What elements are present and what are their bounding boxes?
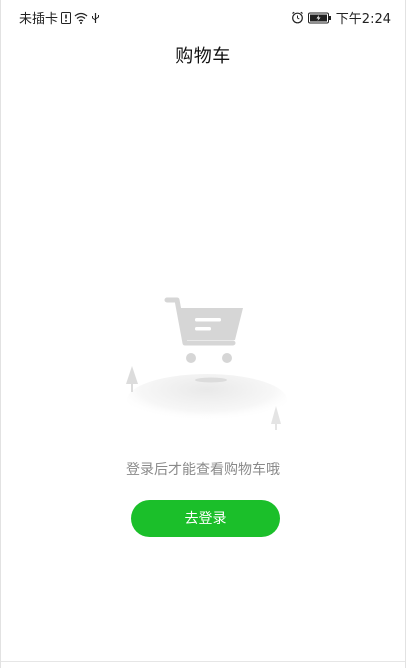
empty-cart-message: 登录后才能查看购物车哦 — [126, 462, 280, 478]
battery-icon — [307, 12, 332, 24]
status-bar-right: 下午2:24 — [291, 8, 391, 27]
cart-shadow — [195, 377, 227, 383]
bottom-divider — [1, 661, 405, 662]
phone-screen: 未插卡 下午2:24 购物车 登录后才能查看购物车哦 去登录 — [0, 0, 406, 668]
clock-time: 下午2:24 — [335, 12, 391, 27]
cart-icon — [164, 297, 243, 363]
status-bar: 未插卡 下午2:24 — [1, 0, 405, 32]
alarm-icon — [291, 11, 304, 24]
sim-icon — [61, 11, 72, 24]
carrier-label: 未插卡 — [19, 12, 59, 27]
usb-icon — [91, 12, 100, 24]
empty-cart-illustration — [119, 288, 289, 438]
login-button[interactable]: 去登录 — [131, 500, 280, 537]
page-title: 购物车 — [175, 46, 231, 67]
wifi-icon — [74, 12, 88, 24]
status-bar-left: 未插卡 — [19, 8, 100, 27]
